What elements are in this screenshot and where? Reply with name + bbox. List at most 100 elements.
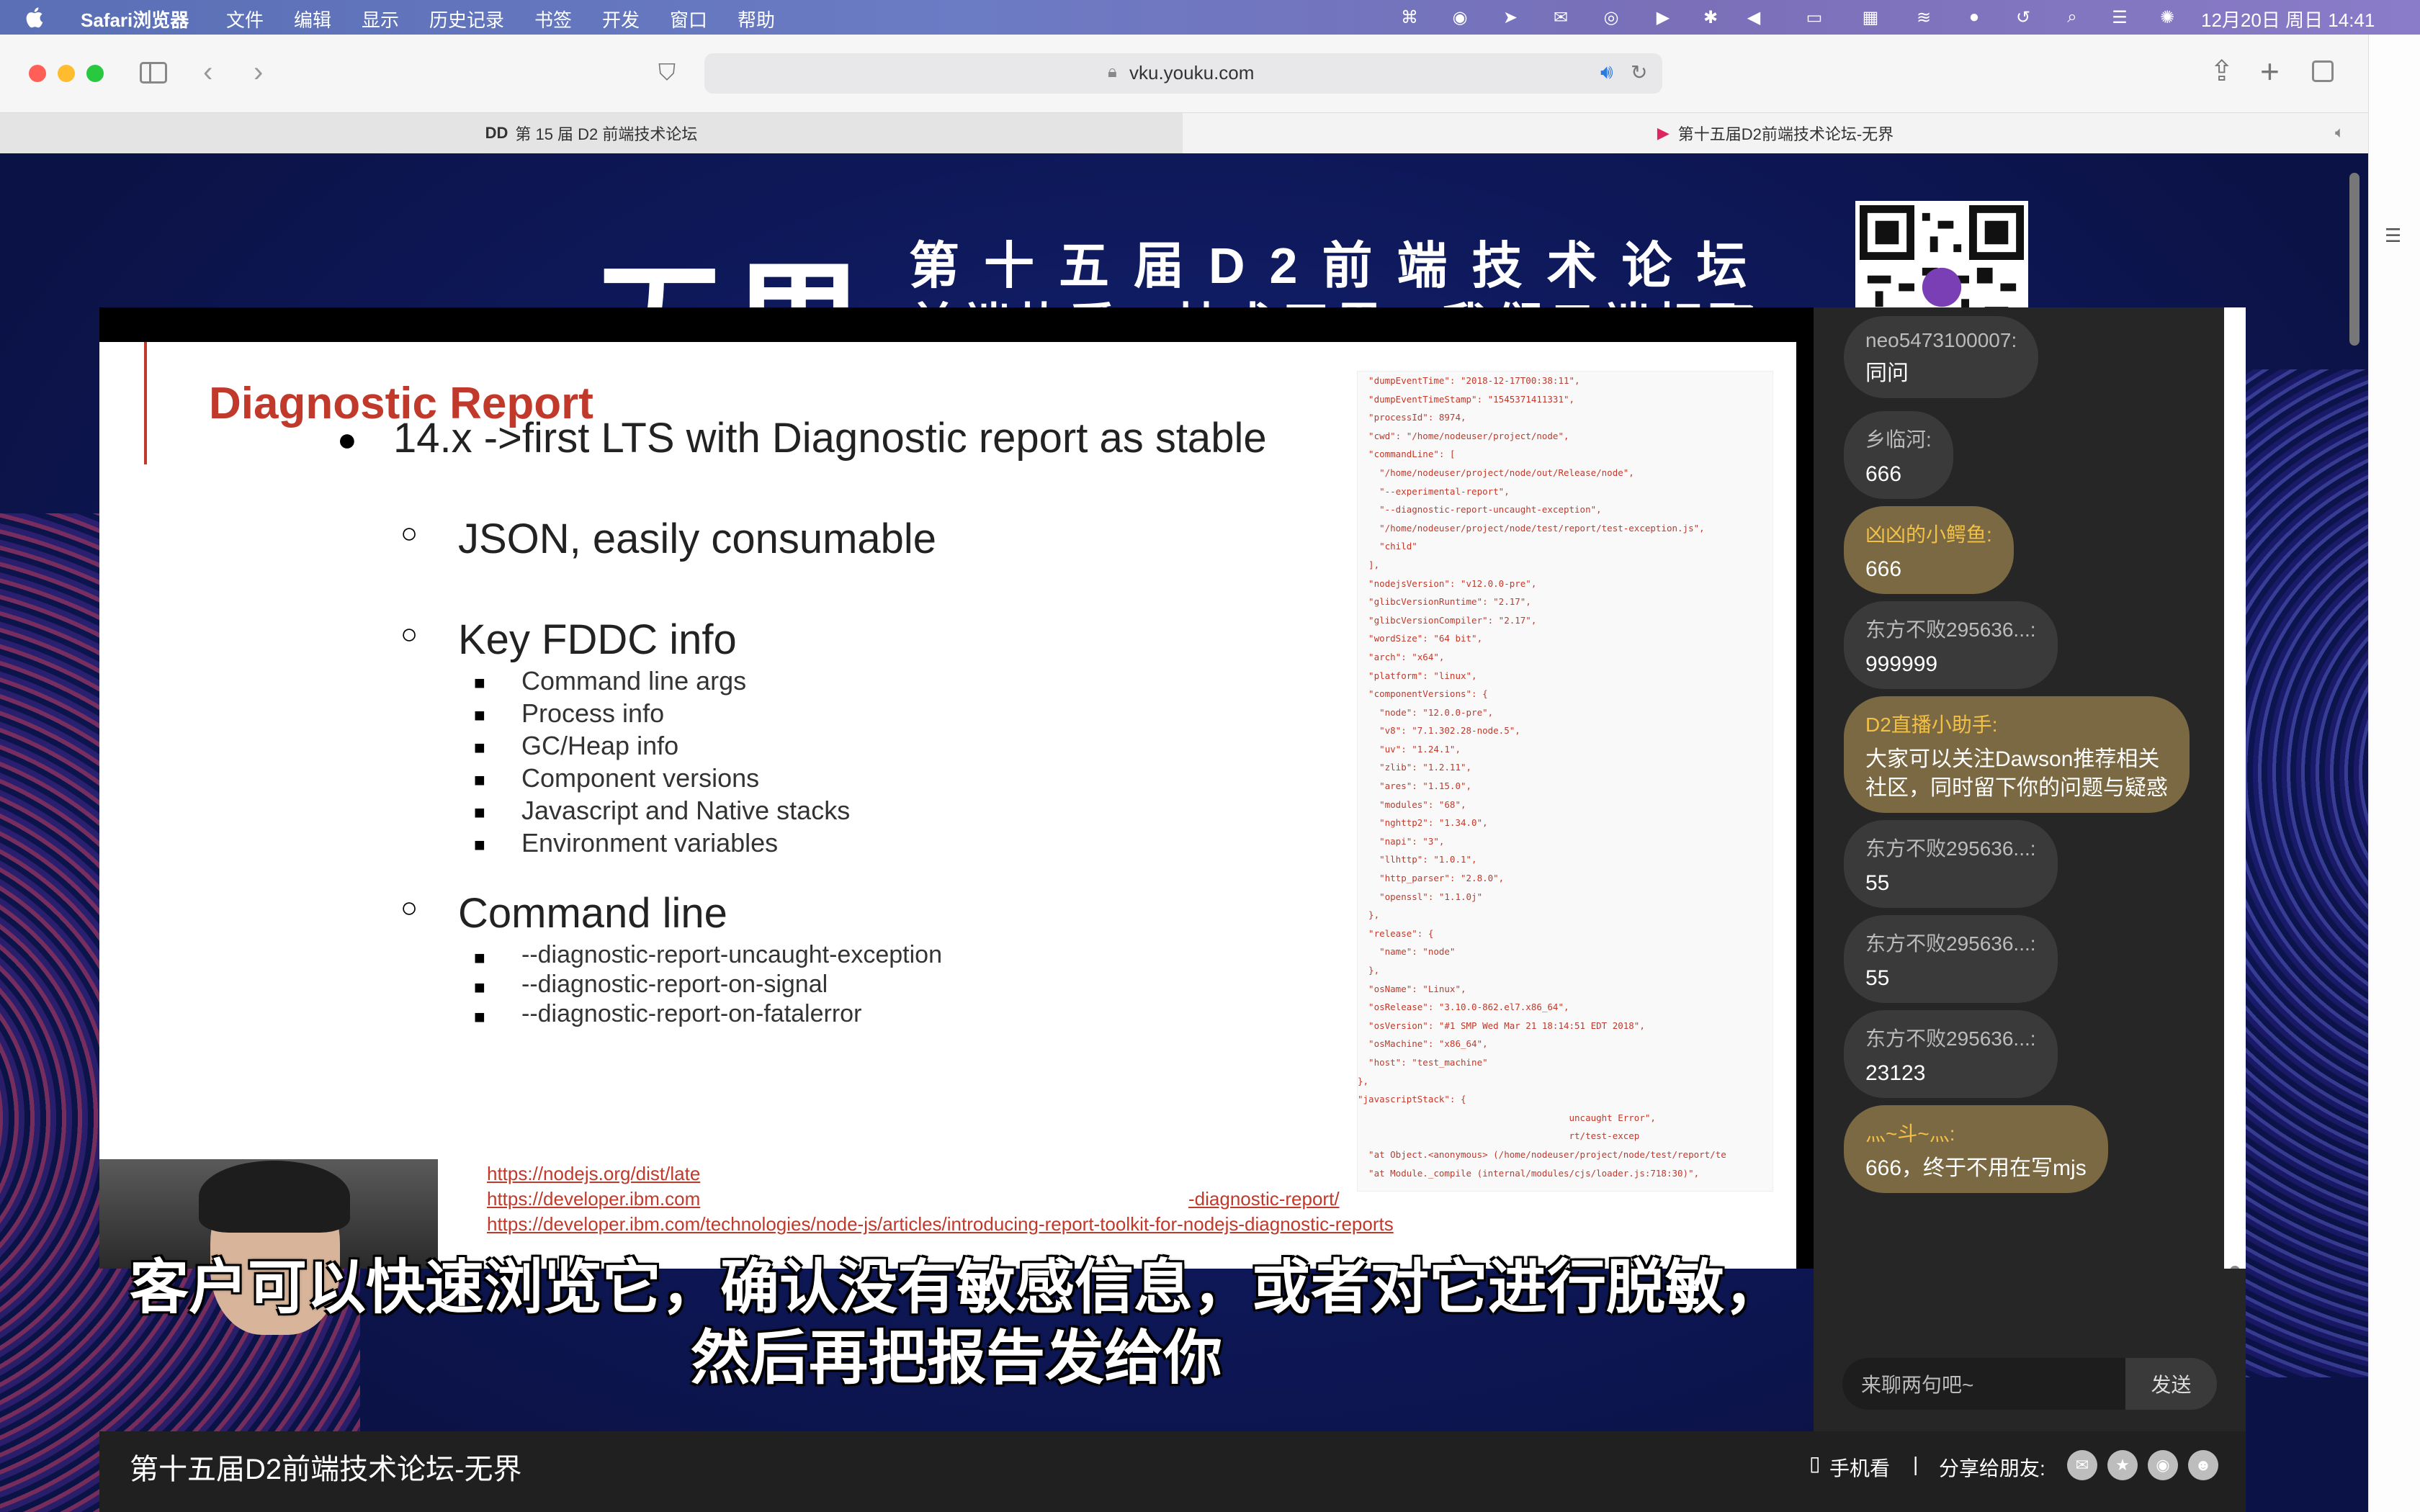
bullet-marker: ■: [474, 1006, 485, 1027]
reference-link[interactable]: https://developer.ibm.com/technologies/n…: [487, 1213, 1394, 1236]
chat-message: 东方不败295636...: 23123: [1844, 1010, 2058, 1098]
reference-link[interactable]: https://nodejs.org/dist/late: [487, 1163, 700, 1185]
json-line: "/home/nodeuser/project/node/test/report…: [1358, 522, 1705, 534]
json-line: "arch": "x64",: [1358, 651, 1445, 662]
spotlight-search-icon[interactable]: ⌕: [2061, 6, 2083, 28]
bullet-marker: ○: [400, 518, 418, 549]
menu-develop[interactable]: 开发: [602, 6, 640, 32]
slide-sub-bullet: Command line: [458, 890, 727, 937]
reference-link-tail[interactable]: -diagnostic-report/: [1188, 1188, 1340, 1210]
status-app-icon[interactable]: ⌘: [1399, 6, 1420, 28]
json-line: "commandLine": [: [1358, 449, 1456, 460]
send-button[interactable]: 发送: [2125, 1358, 2217, 1410]
json-line: "release": {: [1358, 927, 1434, 939]
time-machine-icon[interactable]: ↺: [2012, 6, 2034, 28]
page-scrollbar-thumb[interactable]: [2349, 173, 2360, 346]
chat-username: 凶凶的小鳄鱼:: [1865, 523, 1992, 546]
weibo-share-icon[interactable]: ◉: [2148, 1450, 2178, 1480]
json-line: "name": "node": [1358, 946, 1456, 958]
json-line: "llhttp": "1.0.1",: [1358, 854, 1477, 865]
right-window-edge: ☰: [2368, 35, 2420, 1512]
bullet-marker: ■: [474, 737, 485, 758]
phone-icon[interactable]: ▯: [1809, 1452, 1820, 1475]
send-icon[interactable]: ➤: [1500, 6, 1521, 28]
json-line: "v8": "7.1.302.28-node.5",: [1358, 725, 1520, 737]
control-center-icon[interactable]: ☰: [2109, 6, 2130, 28]
wifi-icon[interactable]: ≋: [1913, 6, 1935, 28]
reference-link[interactable]: https://developer.ibm.com: [487, 1188, 700, 1210]
json-line: "nodejsVersion": "v12.0.0-pre",: [1358, 577, 1537, 589]
slide-list-item: Javascript and Native stacks: [521, 796, 851, 825]
menu-history[interactable]: 历史记录: [429, 6, 504, 32]
apple-logo-icon[interactable]: [23, 6, 45, 28]
bullet-marker: ■: [474, 769, 485, 791]
json-report-sample: "dumpEventTime": "2018-12-17T00:38:11", …: [1357, 371, 1773, 1192]
chat-username: 东方不败295636...:: [1865, 618, 2036, 641]
slide-list-item: Environment variables: [521, 828, 779, 858]
tab-wujie[interactable]: ▶ 第十五届D2前端技术论坛-无界 🔈︎: [1183, 113, 2368, 153]
speaker-icon[interactable]: 🔊︎: [1600, 60, 1613, 84]
video-subtitle: 客户可以快速浏览它，确认没有敏感信息，或者对它进行脱敏， 然后再把报告发给你: [99, 1253, 1814, 1394]
menu-view[interactable]: 显示: [362, 6, 399, 32]
json-line: "openssl": "1.1.0j": [1358, 891, 1483, 902]
siri-icon[interactable]: ✺: [2156, 6, 2178, 28]
forward-icon[interactable]: ›: [254, 56, 263, 89]
watch-on-mobile-link[interactable]: 手机看: [1829, 1453, 1890, 1482]
bullet-marker: ●: [337, 420, 357, 458]
reader-list-icon[interactable]: ☰: [2385, 225, 2401, 247]
search-app-icon[interactable]: ◎: [1600, 6, 1622, 28]
chat-username: neo5473100007:: [1865, 329, 2017, 351]
plus-icon[interactable]: +: [2260, 52, 2280, 91]
sidebar-icon[interactable]: [140, 62, 167, 84]
json-line: rt/test-excep: [1358, 1130, 1640, 1142]
wechat-icon[interactable]: ✉: [1550, 6, 1572, 28]
play-icon[interactable]: ▶: [1652, 6, 1674, 28]
menu-bookmarks[interactable]: 书签: [534, 6, 572, 32]
slide-list-item: GC/Heap info: [521, 731, 679, 760]
json-line: "platform": "linux",: [1358, 670, 1477, 681]
menu-window[interactable]: 窗口: [670, 6, 707, 32]
qzone-share-icon[interactable]: ★: [2107, 1450, 2138, 1480]
close-window-button[interactable]: [29, 65, 46, 82]
bluetooth-icon[interactable]: ✱: [1700, 6, 1721, 28]
qq-share-icon[interactable]: ☻: [2188, 1450, 2218, 1480]
tabs-icon[interactable]: [2312, 60, 2334, 82]
menubar-clock[interactable]: 12月20日 周日 14:41: [2201, 6, 2375, 32]
slide-list-item: --diagnostic-report-on-signal: [521, 971, 828, 998]
slide-list-item: --diagnostic-report-on-fatalerror: [521, 1000, 862, 1027]
url-text[interactable]: vku.youku.com: [1129, 62, 1254, 84]
chat-username: 东方不败295636...:: [1865, 932, 2036, 955]
json-line: "modules": "68",: [1358, 798, 1466, 810]
json-line: "http_parser": "2.8.0",: [1358, 873, 1505, 884]
menu-app-name[interactable]: Safari浏览器: [81, 6, 189, 32]
tab-bar: DD 第 15 届 D2 前端技术论坛 ▶ 第十五届D2前端技术论坛-无界 🔈︎: [0, 113, 2368, 154]
bullet-marker: ○: [400, 618, 418, 650]
zoom-window-button[interactable]: [86, 65, 104, 82]
json-line: "componentVersions": {: [1358, 688, 1488, 700]
chat-text: 55: [1865, 871, 1890, 895]
status-app-icon[interactable]: ◉: [1449, 6, 1471, 28]
user-icon[interactable]: ●: [1963, 6, 1985, 28]
wechat-share-icon[interactable]: ✉: [2067, 1450, 2097, 1480]
menu-edit[interactable]: 编辑: [294, 6, 331, 32]
tab-d2-forum[interactable]: DD 第 15 届 D2 前端技术论坛: [0, 113, 1183, 153]
chat-input[interactable]: 来聊两句吧~: [1842, 1358, 2125, 1410]
json-line: uncaught Error",: [1358, 1112, 1656, 1123]
reload-icon[interactable]: ↻: [1631, 60, 1647, 84]
chat-scrollbar-track[interactable]: [2224, 307, 2246, 1269]
grid-icon[interactable]: ▦: [1860, 6, 1881, 28]
volume-icon[interactable]: ◀: [1743, 6, 1765, 28]
json-line: "node": "12.0.0-pre",: [1358, 706, 1494, 718]
lock-icon: 🔒︎: [1108, 62, 1117, 81]
speaker-icon[interactable]: 🔈︎: [2335, 123, 2344, 142]
chat-text: 大家可以关注Dawson推荐相关: [1865, 747, 2160, 771]
menu-file[interactable]: 文件: [226, 6, 264, 32]
back-icon[interactable]: ‹: [203, 56, 212, 89]
minimize-window-button[interactable]: [58, 65, 75, 82]
chat-text: 23123: [1865, 1061, 1926, 1085]
address-bar[interactable]: 🔒︎ vku.youku.com 🔊︎ ↻: [704, 53, 1662, 94]
battery-icon[interactable]: ▭: [1803, 6, 1825, 28]
menu-help[interactable]: 帮助: [738, 6, 775, 32]
privacy-shield-icon[interactable]: ⛉: [658, 59, 676, 86]
share-icon[interactable]: ⇪: [2210, 55, 2234, 88]
